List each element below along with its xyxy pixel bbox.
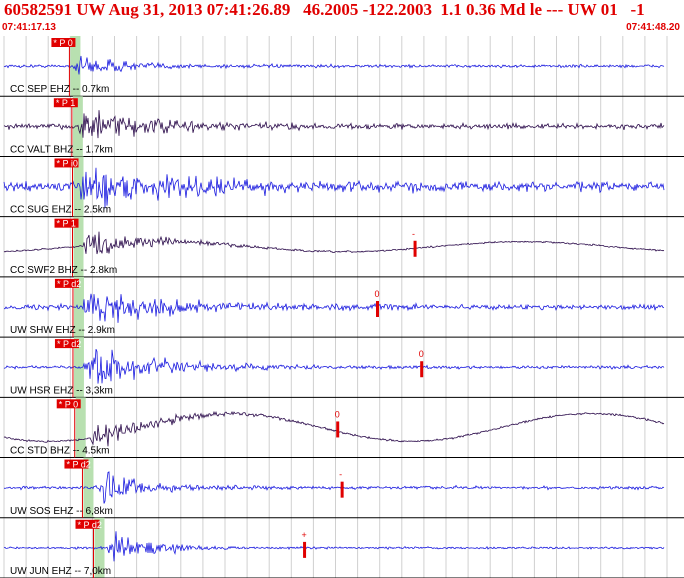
pick-label[interactable]: * P d2 bbox=[54, 339, 81, 349]
header-bar: 60582591 UW Aug 31, 2013 07:41:26.89 46.… bbox=[0, 0, 684, 36]
station-label: CC SWF2 BHZ -- 2.8km bbox=[10, 265, 117, 276]
start-time: 07:41:17.13 bbox=[2, 22, 56, 33]
station-label: CC SUG EHZ -- 2.5km bbox=[10, 205, 111, 216]
pick-label[interactable]: * P 1 bbox=[54, 218, 79, 229]
coda-marker-label: 0 bbox=[419, 349, 424, 359]
station-label: UW JUN EHZ -- 7,0km bbox=[10, 566, 111, 577]
coda-marker-label: - bbox=[339, 470, 342, 480]
pick-label-text: * P 0 bbox=[53, 38, 72, 48]
station-label: UW HSR EHZ -- 3,3km bbox=[10, 385, 113, 396]
station-label: UW SHW EHZ -- 2.9km bbox=[10, 325, 115, 336]
pick-label[interactable]: * P d2 bbox=[75, 519, 102, 530]
coda-marker-label: 0 bbox=[374, 289, 379, 299]
pick-label[interactable]: * P 0 bbox=[56, 399, 81, 409]
seismogram-panel[interactable]: * P 0 CC SEP EHZ -- 0.7km * P 1 CC VALT BHZ… bbox=[0, 36, 684, 578]
station-label: CC STD BHZ -- 4.5km bbox=[10, 446, 109, 457]
pick-label-text: * P d2 bbox=[57, 339, 81, 349]
pick-label-text: * P 1 bbox=[56, 98, 75, 108]
pick-label[interactable]: * P d2 bbox=[54, 278, 81, 289]
pick-label[interactable]: * P d2 bbox=[64, 459, 91, 470]
pick-label[interactable]: * P 0 bbox=[51, 38, 76, 48]
pick-label-text: * P i0 bbox=[57, 158, 78, 168]
coda-marker-label: + bbox=[302, 530, 307, 540]
pick-label[interactable]: * P i0 bbox=[54, 158, 79, 168]
pick-label-text: * P 1 bbox=[57, 219, 76, 229]
pick-label-text: * P d2 bbox=[57, 279, 81, 289]
pick-label-text: * P 0 bbox=[59, 399, 78, 409]
station-label: CC SEP EHZ -- 0.7km bbox=[10, 84, 109, 95]
station-label: CC VALT BHZ -- 1.7km bbox=[10, 144, 113, 155]
pick-label-text: * P d2 bbox=[66, 460, 90, 470]
coda-marker-label: - bbox=[412, 229, 415, 239]
pick-label-text: * P d2 bbox=[78, 520, 102, 530]
pick-label[interactable]: * P 1 bbox=[53, 98, 78, 108]
end-time: 07:41:48.20 bbox=[626, 22, 680, 33]
coda-marker-label: 0 bbox=[335, 409, 340, 419]
station-label: UW SOS EHZ -- 6,8km bbox=[10, 506, 113, 517]
event-title: 60582591 UW Aug 31, 2013 07:41:26.89 46.… bbox=[4, 0, 645, 19]
